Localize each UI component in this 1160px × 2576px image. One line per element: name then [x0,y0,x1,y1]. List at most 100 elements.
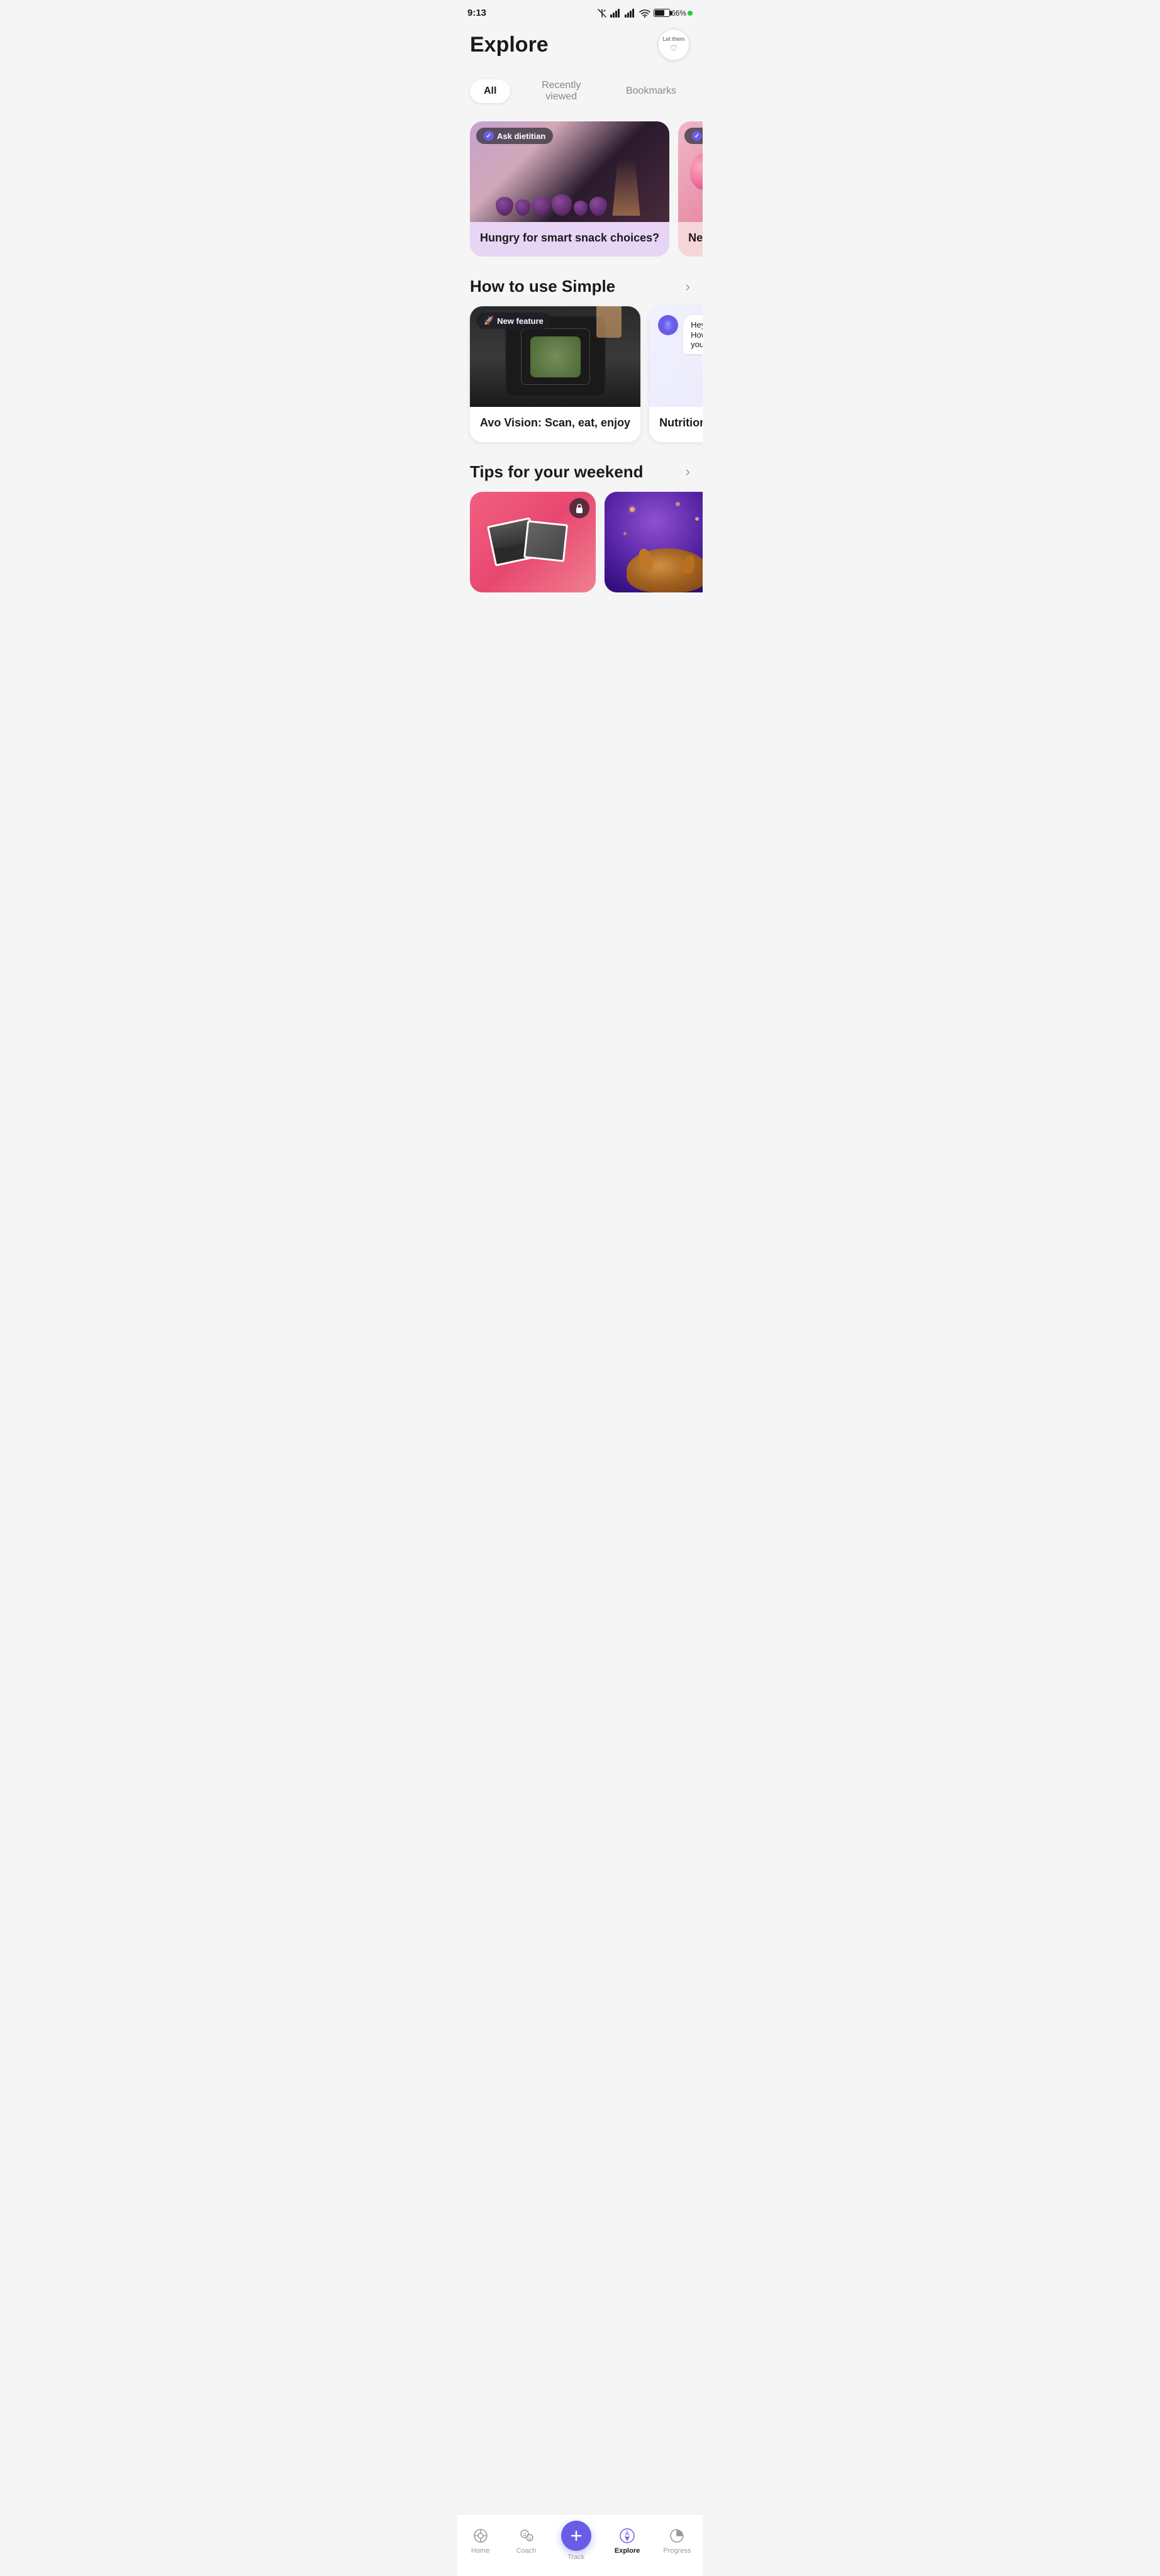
ask-badge-label-0: Ask dietitian [497,131,545,141]
food-party-bg [605,492,703,592]
coach-svg [519,2528,534,2543]
hand-decoration [596,306,622,338]
mute-icon [597,8,607,18]
ask-avo-body: Nutrition questions? Ask Avo! [649,407,703,441]
nav-progress[interactable]: Progress [655,2527,698,2555]
avatar-button[interactable]: Let them ♡ [657,28,690,61]
berry-6 [589,197,607,216]
filter-tabs: All Recently viewed Bookmarks [457,69,703,119]
how-to-use-header[interactable]: How to use Simple › [457,267,703,304]
ask-avo-title: Nutrition questions? Ask Avo! [659,416,703,430]
avo-logo-icon [662,319,674,331]
nav-coach-label: Coach [516,2547,537,2555]
battery-icon [654,9,670,17]
ask-card-image-0: ✓ Ask dietitian [470,121,669,222]
wifi-icon [639,9,650,18]
tab-all[interactable]: All [470,79,510,103]
nav-track-label: Track [567,2553,584,2561]
tips-cards [457,489,703,602]
home-icon [472,2527,489,2545]
tips-card-1[interactable] [605,492,703,592]
battery-percent: 66% [671,9,686,18]
berry-3 [532,197,550,216]
track-plus-icon [569,2529,583,2543]
home-svg [473,2528,488,2543]
light-1 [630,507,635,512]
battery-tip [670,11,672,15]
tab-recently-viewed[interactable]: Recently viewed [520,74,602,109]
ask-badge-0: ✓ Ask dietitian [476,128,553,144]
progress-icon [668,2527,686,2545]
header: Explore Let them ♡ [457,22,703,69]
lock-icon-0 [575,503,584,513]
berry-4 [552,194,572,216]
ask-card-body-0: Hungry for smart snack choices? [470,222,669,257]
berry-1 [496,197,513,216]
page-title: Explore [470,33,549,57]
signal2-icon [625,9,636,18]
nav-track[interactable]: Track [554,2521,599,2561]
nav-home-label: Home [471,2547,489,2555]
how-to-use-title: How to use Simple [470,277,615,296]
ask-card-title-0: Hungry for smart snack choices? [480,231,659,245]
tips-card-0[interactable] [470,492,596,592]
status-bar: 9:13 6 [457,0,703,22]
avo-message-text: Hey! 👋How can I help you? [691,320,703,349]
nav-progress-label: Progress [663,2547,691,2555]
nav-explore-label: Explore [615,2547,640,2555]
light-2 [695,517,699,521]
nav-explore[interactable]: Explore [607,2527,647,2555]
tips-section-header[interactable]: Tips for your weekend › [457,452,703,489]
avo-avatar [658,315,678,335]
track-button[interactable] [561,2521,591,2551]
bottom-spacer [457,602,703,615]
berries-decoration [486,153,653,222]
avo-vision-image: 🚀 New feature [470,306,640,407]
berry-5 [574,201,588,216]
rocket-icon: 🚀 [484,316,494,326]
avo-vision-body: Avo Vision: Scan, eat, enjoy [470,407,640,441]
photo-2 [523,520,568,562]
lock-badge-0 [569,498,589,518]
check-icon-1: ✓ [692,131,702,141]
ice-cream-cone [609,159,644,216]
ask-avo-card[interactable]: Hey! 👋How can I help you? Hey Avo, what … [649,306,703,441]
tab-bookmarks[interactable]: Bookmarks [612,79,690,103]
ask-dietitian-cards: ✓ Ask dietitian Hungry for smart snack c… [457,119,703,267]
charging-dot [688,11,693,16]
photo-stack [491,521,576,562]
check-icon-0: ✓ [484,131,494,141]
avo-chat-row: Hey! 👋How can I help you? [658,315,703,354]
ask-dietitian-card-1[interactable]: ✓ Ask dietitian Need a gut tune-up? [678,121,703,257]
ask-card-body-1: Need a gut tune-up? [678,222,703,257]
how-to-use-cards: 🚀 New feature Avo Vision: Scan, eat, enj… [457,304,703,452]
balloon-1 [690,153,703,190]
chat-background: Hey! 👋How can I help you? Hey Avo, what … [649,306,703,407]
new-feature-badge: 🚀 New feature [476,313,551,329]
ask-avo-image: Hey! 👋How can I help you? Hey Avo, what … [649,306,703,407]
ask-badge-1: ✓ Ask dietitian [684,128,703,144]
light-3 [623,532,627,535]
explore-svg [619,2528,635,2544]
roast-container [627,536,703,592]
tips-image-0 [470,492,596,592]
how-to-use-chevron: › [686,279,690,295]
ask-dietitian-card-0[interactable]: ✓ Ask dietitian Hungry for smart snack c… [470,121,669,257]
light-4 [676,502,680,506]
tips-chevron: › [686,464,690,480]
status-icons: 66% [597,8,693,18]
coach-icon [518,2527,535,2545]
nav-coach[interactable]: Coach [508,2527,545,2555]
avo-vision-card[interactable]: 🚀 New feature Avo Vision: Scan, eat, enj… [470,306,640,441]
tips-section-title: Tips for your weekend [470,462,643,482]
ask-card-image-1: ✓ Ask dietitian [678,121,703,222]
nav-home[interactable]: Home [462,2527,499,2555]
berry-2 [515,199,530,216]
avo-message-bubble: Hey! 👋How can I help you? [683,315,703,354]
battery-fill [655,10,664,16]
signal-icon [610,9,622,18]
battery-container: 66% [654,9,693,18]
avo-vision-title: Avo Vision: Scan, eat, enjoy [480,416,630,430]
photo-2-inner [525,522,566,560]
new-feature-label: New feature [497,316,544,326]
